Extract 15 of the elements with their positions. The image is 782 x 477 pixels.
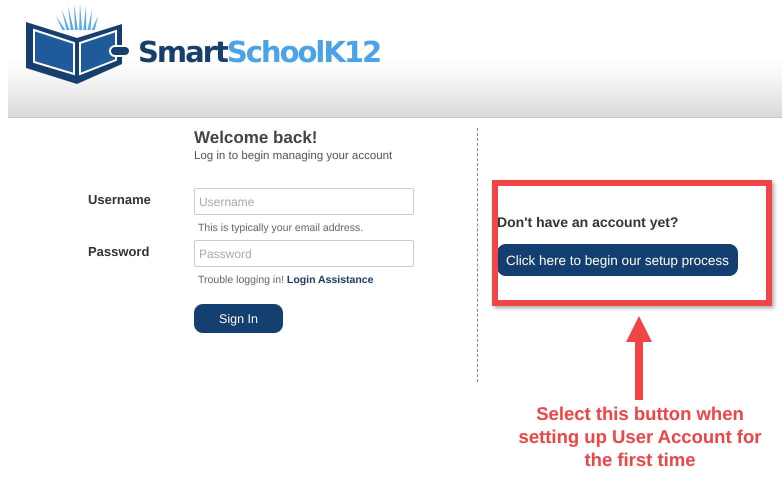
sign-in-button[interactable]: Sign In [194, 304, 283, 333]
field-label: Password [88, 243, 150, 261]
setup-button[interactable]: Click here to begin our setup process [497, 244, 738, 276]
arrow-icon [626, 316, 652, 402]
help-text: This is typically your email address. [198, 222, 364, 234]
field-label: Username [88, 191, 152, 209]
signup-question: Don't have an account yet? [497, 214, 680, 230]
logo-text: SmartSchoolK12 [138, 35, 380, 69]
help-link[interactable]: Login Assistance [286, 274, 374, 286]
welcome-title: Welcome back! [194, 128, 318, 148]
annotation-text: Select this button when setting up User Account for the first time [518, 402, 762, 471]
input-field[interactable]: Password [194, 240, 414, 267]
help-text: Trouble logging in! [198, 274, 284, 286]
input-field[interactable]: Username [194, 188, 414, 215]
welcome-subtitle: Log in to begin managing your account [194, 150, 394, 162]
